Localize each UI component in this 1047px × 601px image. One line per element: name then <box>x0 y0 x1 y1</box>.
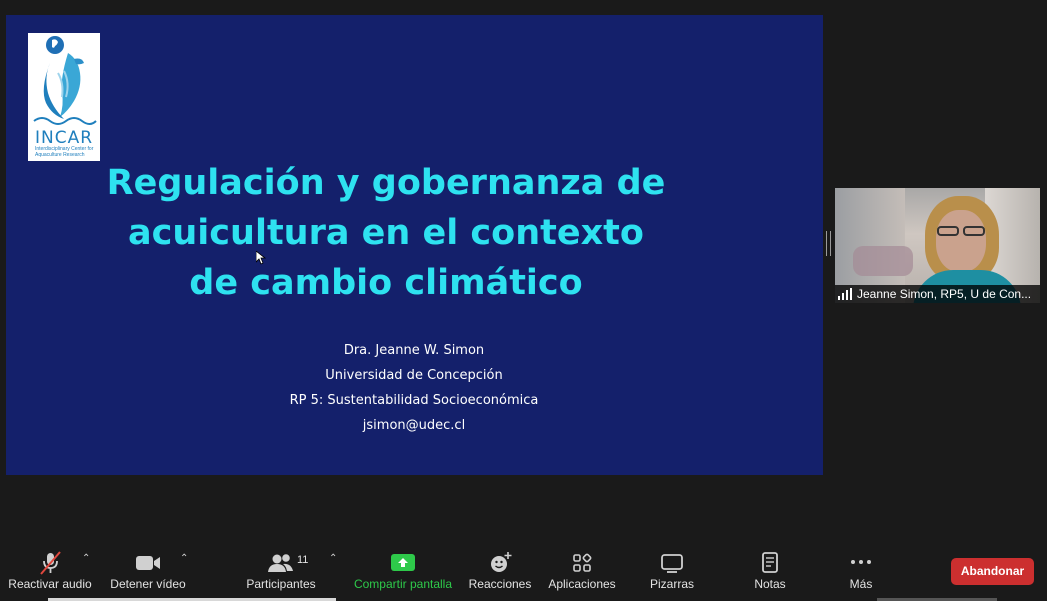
participant-name: Jeanne Simon, RP5, U de Con... <box>857 287 1032 301</box>
slide-title-line: Regulación y gobernanza de <box>106 163 666 203</box>
logo-wordmark: INCAR <box>34 128 94 148</box>
notes-button[interactable]: Notas <box>740 550 800 594</box>
slide-title-line: de cambio climático <box>189 263 583 303</box>
audio-options-chevron-icon[interactable]: ⌃ <box>82 554 92 564</box>
participants-label: Participantes <box>246 577 316 591</box>
share-screen-label: Compartir pantalla <box>353 577 453 591</box>
more-label: Más <box>849 577 873 591</box>
whiteboards-label: Pizarras <box>649 577 694 591</box>
participant-face <box>936 210 986 272</box>
apps-label: Aplicaciones <box>548 577 616 591</box>
mouse-cursor-icon <box>256 251 266 265</box>
participants-options-chevron-icon[interactable]: ⌃ <box>329 554 339 564</box>
apps-button[interactable]: Aplicaciones <box>546 550 618 594</box>
leave-meeting-button[interactable]: Abandonar <box>951 558 1034 585</box>
connection-signal-icon <box>838 288 852 300</box>
microphone-muted-icon <box>40 551 61 575</box>
more-button[interactable]: Más <box>836 550 886 594</box>
video-camera-icon <box>136 556 160 570</box>
notes-icon <box>762 552 778 573</box>
slide-title: Regulación y gobernanza de acuicultura e… <box>66 158 706 308</box>
unmute-audio-label: Reactivar audio <box>8 577 92 591</box>
participant-video-tile[interactable]: Jeanne Simon, RP5, U de Con... <box>835 188 1040 303</box>
meeting-toolbar: Reactivar audio ⌃ Detener vídeo ⌃ Partic… <box>0 540 1047 601</box>
participants-count: 11 <box>297 554 309 566</box>
shared-slide: INCAR Interdisciplinary Center for Aquac… <box>6 15 823 475</box>
panel-resize-handle[interactable] <box>826 231 831 256</box>
video-options-chevron-icon[interactable]: ⌃ <box>180 554 190 564</box>
incar-emblem-icon <box>33 36 97 125</box>
share-screen-icon <box>391 554 415 571</box>
reactions-button[interactable]: Reacciones <box>468 550 532 594</box>
slide-title-line: acuicultura en el contexto <box>128 213 644 253</box>
slide-author-block: Dra. Jeanne W. Simon Universidad de Conc… <box>214 338 614 438</box>
logo-tagline: Interdisciplinary Center for Aquaculture… <box>35 146 94 158</box>
reaction-emoji-icon <box>491 552 512 572</box>
apps-grid-icon <box>573 553 592 572</box>
share-screen-button[interactable]: Compartir pantalla <box>352 550 454 594</box>
more-dots-icon <box>851 560 871 564</box>
author-affiliation: Universidad de Concepción <box>325 368 503 383</box>
unmute-audio-button[interactable]: Reactivar audio <box>8 550 92 594</box>
author-name: Dra. Jeanne W. Simon <box>343 343 485 358</box>
video-background <box>853 246 913 276</box>
stop-video-button[interactable]: Detener vídeo <box>108 550 188 594</box>
stop-video-label: Detener vídeo <box>110 577 186 591</box>
author-email: jsimon@udec.cl <box>362 418 466 433</box>
whiteboards-button[interactable]: Pizarras <box>640 550 704 594</box>
incar-logo: INCAR Interdisciplinary Center for Aquac… <box>28 33 100 161</box>
notes-label: Notas <box>754 577 786 591</box>
participant-glasses <box>933 226 991 236</box>
whiteboard-icon <box>661 554 683 573</box>
reactions-label: Reacciones <box>468 577 532 591</box>
author-program: RP 5: Sustentabilidad Socioeconómica <box>289 393 539 408</box>
participant-name-bar: Jeanne Simon, RP5, U de Con... <box>835 285 1040 303</box>
participants-icon <box>268 554 293 572</box>
